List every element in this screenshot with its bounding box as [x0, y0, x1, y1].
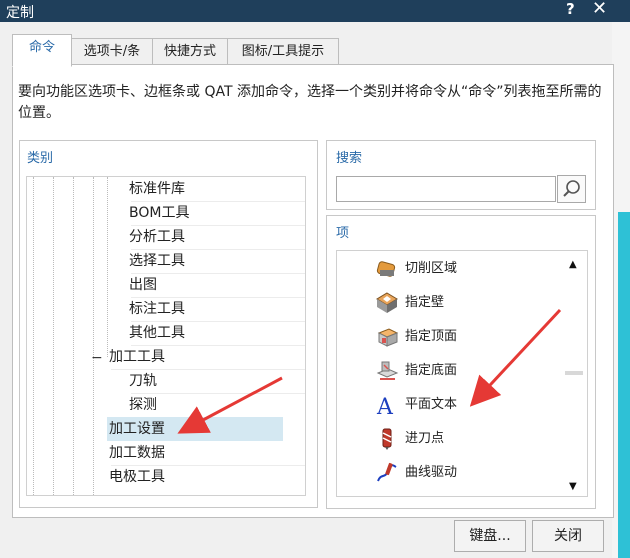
annotation-arrows	[177, 308, 562, 434]
close-button[interactable]: 关闭	[532, 520, 604, 552]
arrow-to-planar-text	[469, 308, 562, 407]
arrow-to-machining-setup	[177, 376, 283, 434]
keyboard-button[interactable]: 键盘...	[454, 520, 526, 552]
